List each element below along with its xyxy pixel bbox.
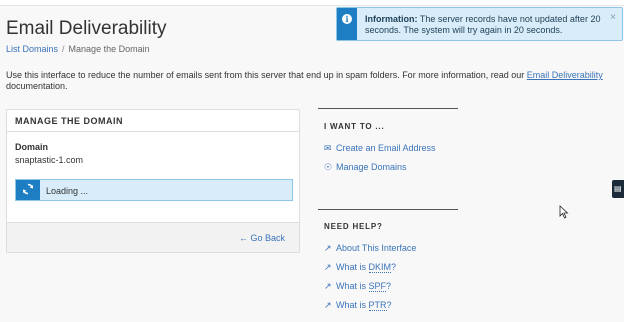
email-deliverability-doc-link[interactable]: Email Deliverability [527, 70, 603, 80]
external-link-icon: ↗ [324, 262, 332, 272]
go-back-label: Go Back [250, 233, 285, 243]
breadcrumb-list-domains-link[interactable]: List Domains [6, 44, 58, 54]
external-link-icon: ↗ [324, 300, 332, 310]
intro-body: Use this interface to reduce the number … [6, 70, 525, 80]
manage-domain-panel: MANAGE THE DOMAIN Domain snaptastic-1.co… [6, 109, 300, 253]
about-interface-link[interactable]: ↗ About This Interface [324, 243, 416, 254]
help-divider [318, 209, 458, 210]
dkim-abbr: DKIM [368, 262, 392, 273]
spf-abbr: SPF [368, 281, 387, 292]
panel-heading: MANAGE THE DOMAIN [7, 110, 299, 132]
what-is-ptr-link[interactable]: ↗ What is PTR? [324, 300, 392, 311]
chart-icon: ▤ [614, 184, 622, 193]
dkim-prefix: What is [336, 262, 369, 272]
loading-indicator: Loading ... [15, 179, 293, 201]
domain-label: Domain [15, 142, 49, 152]
mouse-cursor-icon [559, 205, 569, 219]
create-email-link[interactable]: ✉ Create an Email Address [324, 143, 436, 154]
spf-suffix: ? [386, 281, 392, 291]
external-link-icon: ↗ [324, 243, 332, 253]
loading-text: Loading ... [46, 186, 89, 196]
ptr-suffix: ? [386, 300, 392, 310]
spf-prefix: What is [336, 281, 369, 291]
alert-icon-box: i [337, 8, 357, 40]
intro-text: Use this interface to reduce the number … [6, 70, 606, 92]
refresh-icon [22, 183, 34, 195]
about-label: About This Interface [336, 243, 417, 253]
info-alert: i Information: The server records have n… [336, 7, 623, 41]
want-heading: I WANT TO ... [324, 122, 385, 131]
breadcrumb: List Domains / Manage the Domain [6, 44, 150, 54]
intro-suffix: documentation. [6, 81, 68, 91]
globe-icon: ☉ [324, 162, 333, 172]
envelope-icon: ✉ [324, 143, 332, 153]
external-link-icon: ↗ [324, 281, 332, 291]
top-bar [0, 0, 624, 6]
want-divider [318, 108, 458, 109]
info-icon: i [342, 14, 352, 24]
manage-domains-link[interactable]: ☉ Manage Domains [324, 162, 407, 173]
what-is-spf-link[interactable]: ↗ What is SPF? [324, 281, 391, 292]
manage-domains-label: Manage Domains [336, 162, 407, 172]
analytics-widget-tab[interactable]: ▤ [612, 180, 624, 198]
dkim-suffix: ? [391, 262, 397, 272]
alert-label: Information: [365, 14, 418, 24]
page-title: Email Deliverability [6, 18, 167, 39]
domain-value: snaptastic-1.com [15, 155, 84, 165]
close-icon[interactable]: × [610, 12, 616, 23]
ptr-abbr: PTR [368, 300, 387, 311]
arrow-left-icon: ← [238, 233, 248, 243]
create-email-label: Create an Email Address [336, 143, 436, 153]
go-back-link[interactable]: ← Go Back [239, 233, 285, 243]
help-heading: NEED HELP? [324, 222, 383, 231]
what-is-dkim-link[interactable]: ↗ What is DKIM? [324, 262, 396, 273]
alert-message: Information: The server records have not… [365, 14, 605, 36]
ptr-prefix: What is [336, 300, 369, 310]
breadcrumb-separator: / [62, 44, 65, 54]
loading-icon-box [16, 180, 40, 200]
breadcrumb-current: Manage the Domain [68, 44, 150, 54]
panel-footer: ← Go Back [7, 222, 299, 252]
